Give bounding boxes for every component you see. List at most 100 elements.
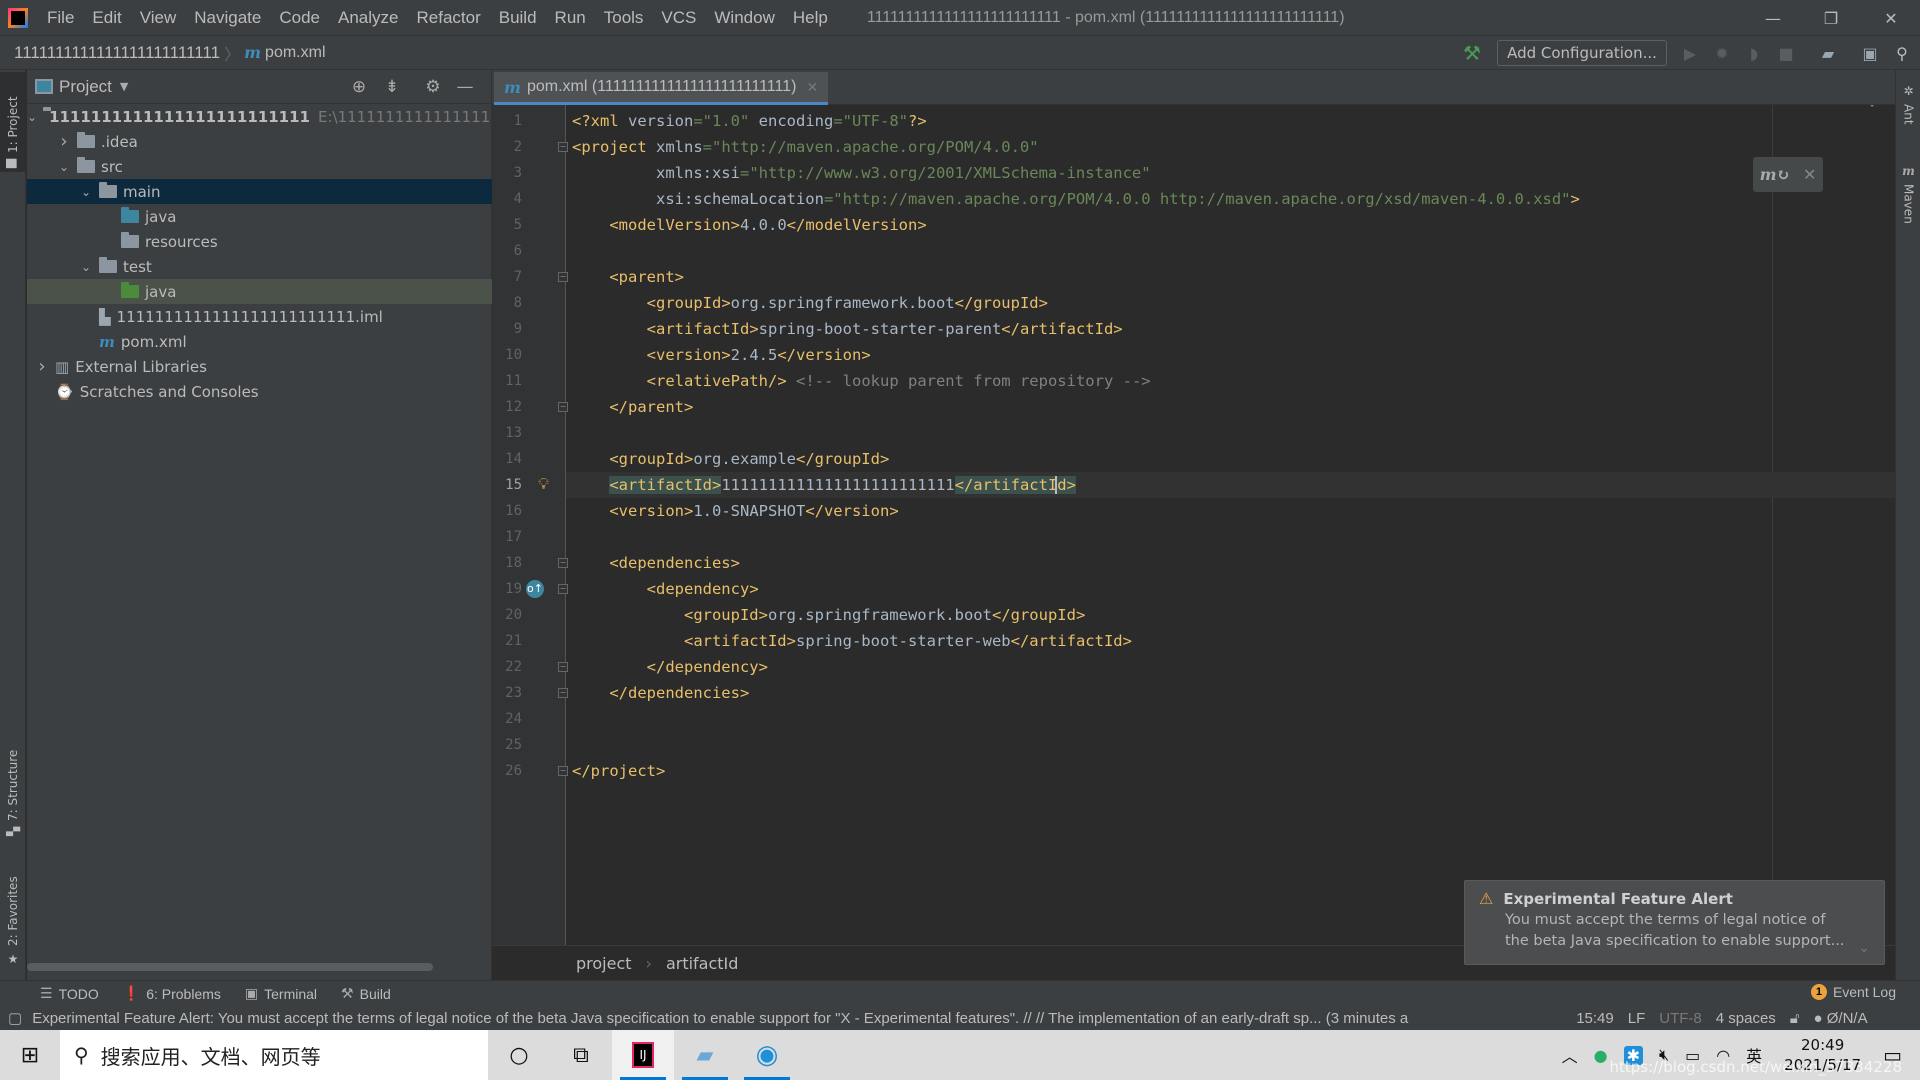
code-line[interactable]: xsi:schemaLocation="http://maven.apache.…	[572, 186, 1580, 212]
hammer-icon[interactable]: ⚒	[1462, 41, 1482, 65]
collapsed-chevron-icon[interactable]: ›	[57, 131, 71, 152]
terminal-tool-button[interactable]: ▣ Terminal	[245, 985, 317, 1002]
code-line[interactable]: </dependencies>	[572, 680, 749, 706]
fold-marker-icon[interactable]: −	[558, 402, 568, 412]
expanded-chevron-icon[interactable]: ⌄	[57, 160, 71, 174]
windows-start-button[interactable]: ⊞	[0, 1030, 60, 1080]
tree-item[interactable]: › .idea	[27, 129, 492, 154]
event-log-button[interactable]: 1 Event Log	[1810, 984, 1896, 1000]
menu-code[interactable]: Code	[270, 8, 329, 28]
tree-item[interactable]: ⌄ test	[27, 254, 492, 279]
menu-run[interactable]: Run	[546, 8, 595, 28]
indent-setting[interactable]: 4 spaces	[1716, 1010, 1776, 1027]
build-tool-button[interactable]: ⚒ Build	[341, 985, 391, 1002]
expanded-chevron-icon[interactable]: ⌄	[79, 260, 93, 274]
code-line[interactable]: </dependency>	[572, 654, 768, 680]
menu-navigate[interactable]: Navigate	[185, 8, 270, 28]
chevron-down-icon[interactable]: ▼	[120, 80, 128, 93]
tree-item[interactable]: › ▥ External Libraries	[27, 354, 492, 379]
code-line[interactable]: <dependency>	[572, 576, 759, 602]
problems-tool-button[interactable]: ❗ 6: Problems	[123, 985, 221, 1002]
show-hidden-icons-chevron[interactable]: ︿	[1562, 1043, 1578, 1067]
edge-taskbar-app[interactable]: ◉	[736, 1030, 798, 1080]
favorites-tool-tab[interactable]: ★ 2: Favorites	[0, 860, 26, 970]
code-line[interactable]: </parent>	[572, 394, 693, 420]
close-popup-icon[interactable]: ✕	[1803, 165, 1816, 184]
code-line[interactable]: xmlns:xsi="http://www.w3.org/2001/XMLSch…	[572, 160, 1151, 186]
code-line[interactable]: <artifactId>spring-boot-starter-web</art…	[572, 628, 1132, 654]
lock-icon[interactable]: 🔓︎	[1790, 1010, 1800, 1027]
intention-bulb-icon[interactable]: 💡︎	[538, 474, 549, 494]
code-line[interactable]: <version>1.0-SNAPSHOT</version>	[572, 498, 898, 524]
stop-icon[interactable]: ■	[1776, 43, 1796, 63]
tree-item[interactable]: resources	[27, 229, 492, 254]
close-tab-icon[interactable]: ✕	[806, 79, 818, 96]
intellij-taskbar-app[interactable]: IJ	[612, 1030, 674, 1080]
code-line[interactable]: <version>2.4.5</version>	[572, 342, 871, 368]
cortana-button[interactable]: ○	[488, 1030, 550, 1080]
restore-button[interactable]: ❐	[1802, 0, 1860, 36]
ant-tool-tab[interactable]: ✲ Ant	[1896, 80, 1920, 150]
notepad-taskbar-app[interactable]: ▰	[674, 1030, 736, 1080]
menu-window[interactable]: Window	[705, 8, 783, 28]
vcs-widget[interactable]: ● Ø/N/A	[1814, 1010, 1868, 1027]
maven-reload-icon[interactable]: m↻	[1760, 165, 1790, 184]
menu-view[interactable]: View	[131, 8, 186, 28]
code-line[interactable]: <project xmlns="http://maven.apache.org/…	[572, 134, 1039, 160]
search-icon[interactable]: ⚲	[1892, 43, 1912, 63]
caret-position[interactable]: 15:49	[1576, 1010, 1614, 1027]
horizontal-scrollbar[interactable]	[27, 963, 433, 971]
code-line[interactable]: <groupId>org.springframework.boot</group…	[572, 602, 1085, 628]
todo-tool-button[interactable]: ☰ TODO	[40, 985, 99, 1002]
expanded-chevron-icon[interactable]: ⌄	[79, 185, 93, 199]
experimental-feature-notification[interactable]: ⚠ Experimental Feature Alert You must ac…	[1464, 880, 1885, 965]
line-separator[interactable]: LF	[1628, 1010, 1646, 1027]
tree-item[interactable]: java	[27, 279, 492, 304]
code-line[interactable]: <?xml version="1.0" encoding="UTF-8"?>	[572, 108, 927, 134]
code-line[interactable]: <artifactId>1111111111111111111111111</a…	[572, 472, 1076, 498]
tree-item[interactable]: m pom.xml	[27, 329, 492, 354]
locate-file-icon[interactable]: ⊕	[349, 77, 369, 97]
code-line[interactable]: <artifactId>spring-boot-starter-parent</…	[572, 316, 1123, 342]
taskbar-search-box[interactable]: ⚲ 搜索应用、文档、网页等	[60, 1030, 488, 1080]
breadcrumb-file[interactable]: pom.xml	[265, 44, 325, 62]
fold-marker-icon[interactable]: −	[558, 662, 568, 672]
tab-pom-xml[interactable]: m pom.xml (1111111111111111111111111) ✕	[494, 72, 829, 105]
fold-marker-icon[interactable]: −	[558, 766, 568, 776]
tree-item[interactable]: ⌄ main	[27, 179, 492, 204]
project-structure-icon[interactable]: ▰	[1818, 43, 1838, 63]
fold-marker-icon[interactable]: −	[558, 584, 568, 594]
fold-marker-icon[interactable]: −	[558, 558, 568, 568]
fold-marker-icon[interactable]: −	[558, 688, 568, 698]
code-editor[interactable]: 1 2−3 4 5 6 7−8 9 10 11 12−13 14 15 16 17 18−19−20 21 22…	[492, 105, 1895, 945]
presentation-icon[interactable]: ▣	[1860, 43, 1880, 63]
close-window-button[interactable]: ✕	[1862, 0, 1920, 36]
menu-analyze[interactable]: Analyze	[329, 8, 407, 28]
wechat-icon[interactable]: ●	[1594, 1046, 1608, 1065]
toggle-tool-windows-icon[interactable]: ▢	[8, 1009, 22, 1027]
fold-marker-icon[interactable]: −	[558, 142, 568, 152]
coverage-icon[interactable]: ◗	[1744, 43, 1764, 63]
structure-tool-tab[interactable]: ▚ 7: Structure	[0, 730, 26, 840]
menu-build[interactable]: Build	[490, 8, 546, 28]
project-tool-tab[interactable]: ▆ 1: Project	[0, 72, 26, 172]
menu-vcs[interactable]: VCS	[652, 8, 705, 28]
minimize-button[interactable]: —	[1744, 0, 1802, 36]
breadcrumb-artifactid-tag[interactable]: artifactId	[666, 954, 738, 973]
override-gutter-icon[interactable]: o↑	[526, 580, 544, 598]
breadcrumb-project[interactable]: 1111111111111111111111111	[14, 43, 220, 63]
hide-panel-icon[interactable]: —	[455, 77, 475, 97]
menu-tools[interactable]: Tools	[595, 8, 653, 28]
code-line[interactable]: <dependencies>	[572, 550, 740, 576]
fold-marker-icon[interactable]: −	[558, 272, 568, 282]
tree-item[interactable]: ⌚ Scratches and Consoles	[27, 379, 492, 404]
file-encoding[interactable]: UTF-8	[1659, 1010, 1702, 1027]
tree-item[interactable]: ⌄ src	[27, 154, 492, 179]
code-line[interactable]: <groupId>org.springframework.boot</group…	[572, 290, 1048, 316]
tree-item[interactable]: ⌄ 1111111111111111111111111 E:\11111111111…	[27, 104, 492, 129]
code-line[interactable]: <modelVersion>4.0.0</modelVersion>	[572, 212, 926, 238]
code-line[interactable]: </project>	[572, 758, 665, 784]
code-line[interactable]: <groupId>org.example</groupId>	[572, 446, 889, 472]
menu-help[interactable]: Help	[784, 8, 837, 28]
debug-icon[interactable]: ✹	[1712, 43, 1732, 63]
